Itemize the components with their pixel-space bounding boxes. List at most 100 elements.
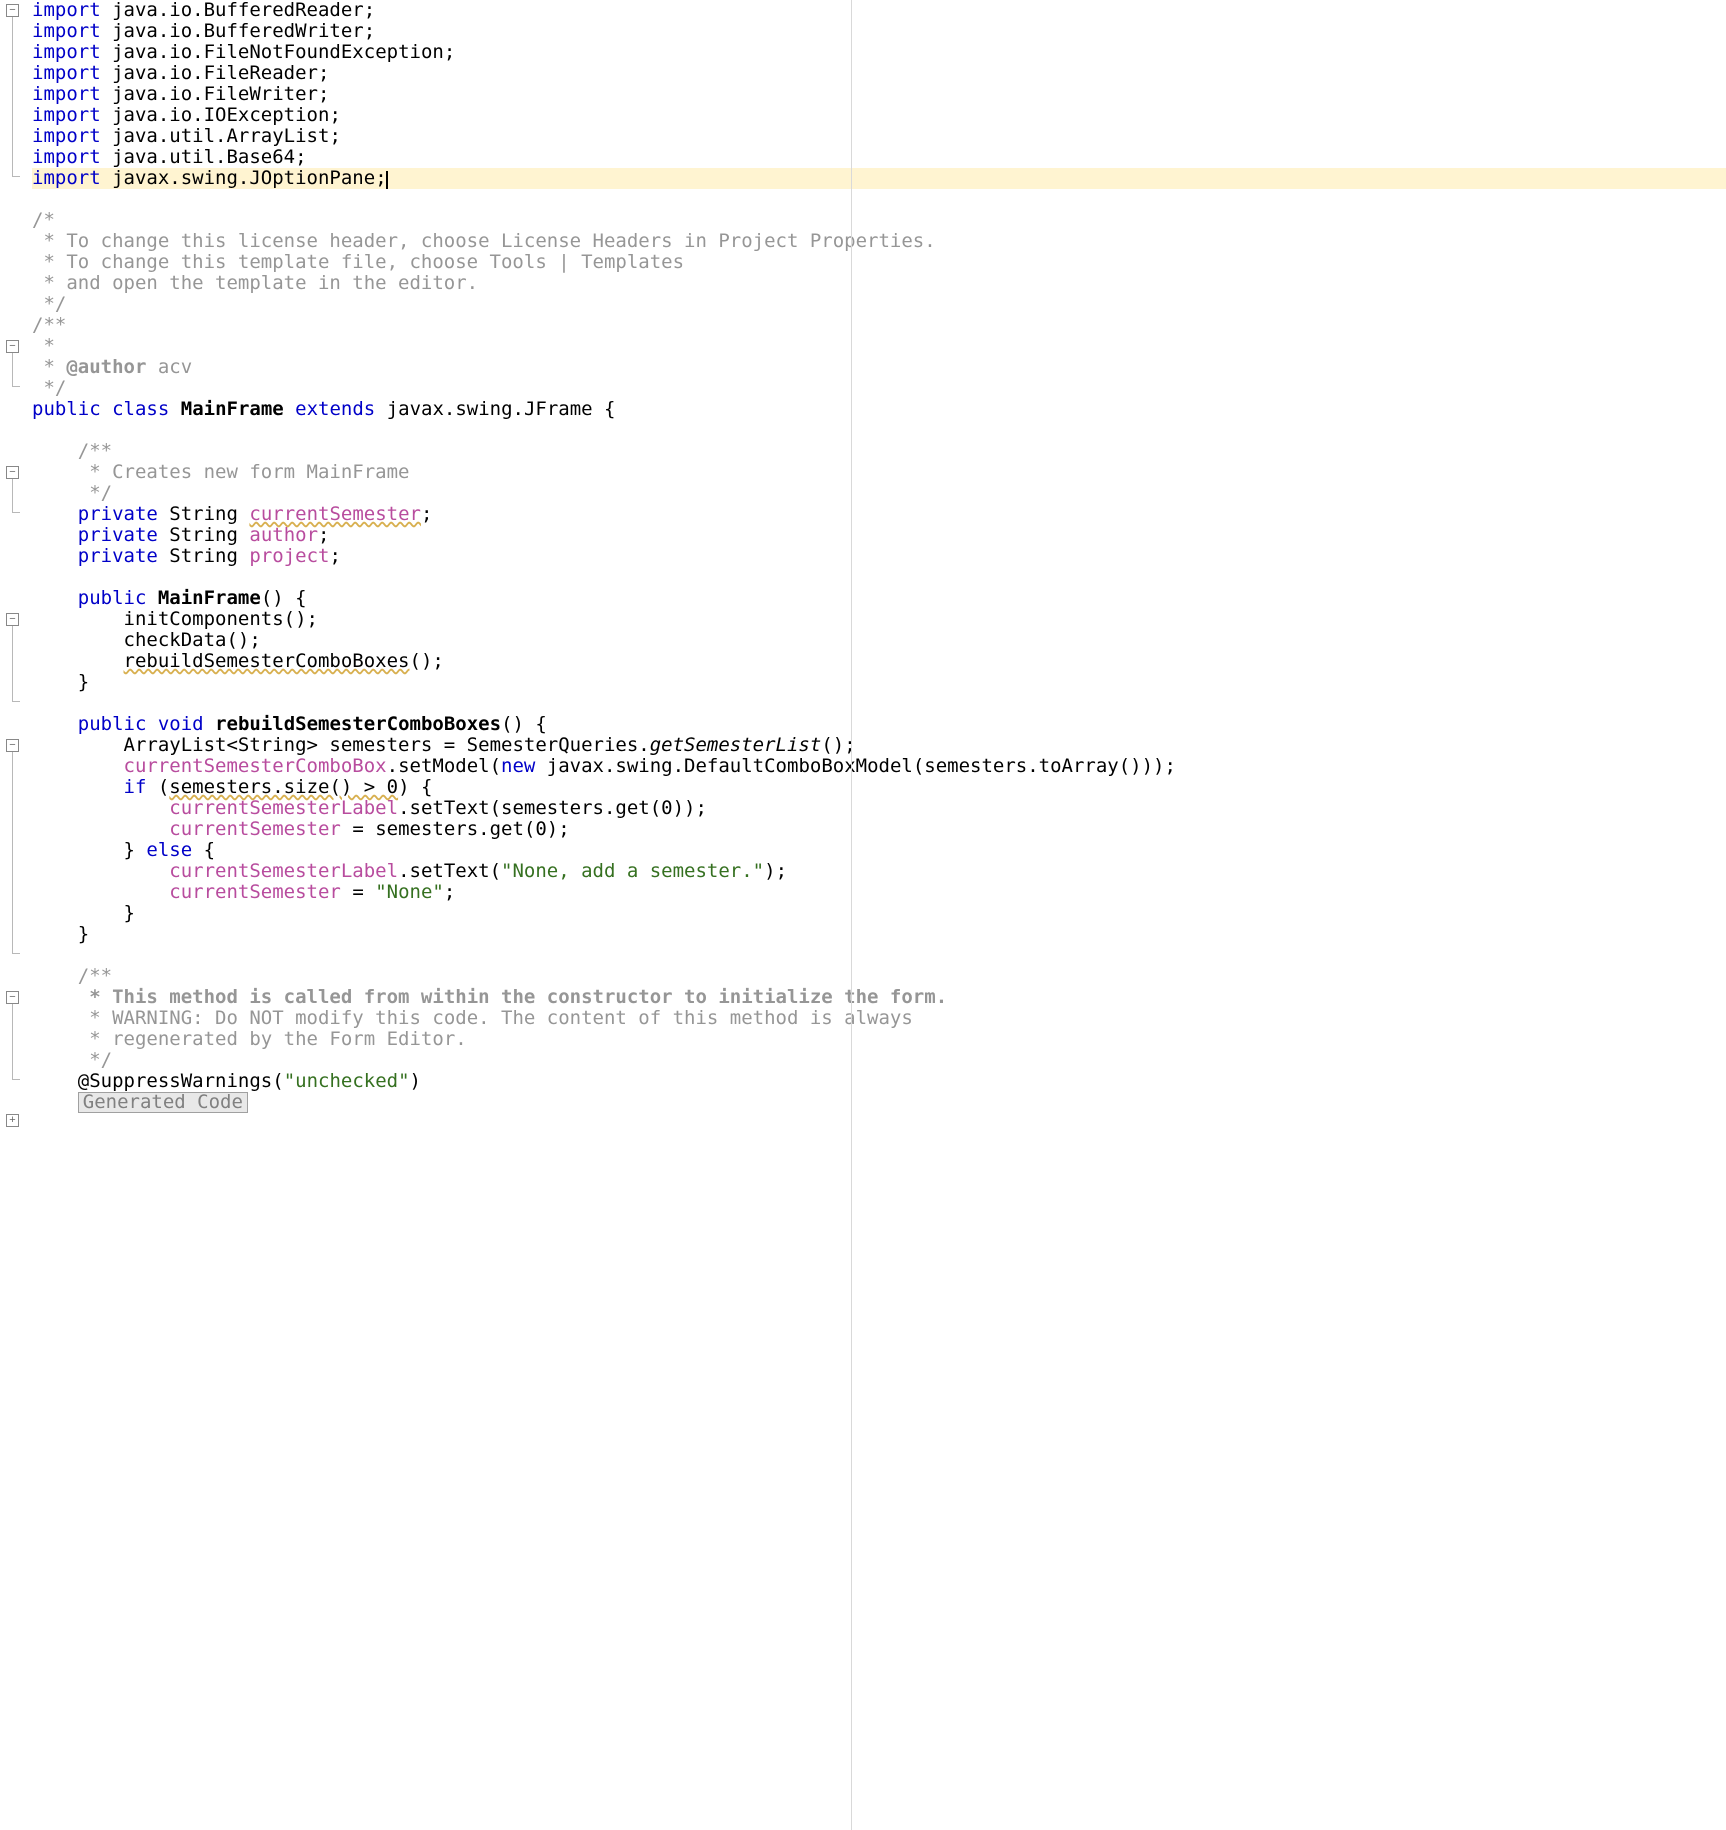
javadoc-line[interactable]: * This method is called from within the … xyxy=(32,987,1726,1008)
comment-line[interactable]: * and open the template in the editor. xyxy=(32,273,1726,294)
code-line[interactable]: @SuppressWarnings("unchecked") xyxy=(32,1071,1726,1092)
fold-line xyxy=(12,752,13,953)
code-line-current[interactable]: import javax.swing.JOptionPane; xyxy=(32,168,1726,189)
brace: } xyxy=(124,902,135,924)
code-line[interactable]: import java.util.ArrayList; xyxy=(32,126,1726,147)
code-line[interactable]: initComponents(); xyxy=(32,609,1726,630)
javadoc-line[interactable]: * WARNING: Do NOT modify this code. The … xyxy=(32,1008,1726,1029)
blank-line[interactable] xyxy=(32,189,1726,210)
comment-line[interactable]: * To change this license header, choose … xyxy=(32,231,1726,252)
code-line[interactable]: import java.io.FileReader; xyxy=(32,63,1726,84)
code-line[interactable]: currentSemesterLabel.setText("None, add … xyxy=(32,861,1726,882)
code-line[interactable]: import java.io.IOException; xyxy=(32,105,1726,126)
code-line[interactable]: if (semesters.size() > 0) { xyxy=(32,777,1726,798)
code-line[interactable]: import java.io.FileWriter; xyxy=(32,84,1726,105)
code-line[interactable]: Generated Code xyxy=(32,1092,1726,1113)
keyword: extends xyxy=(295,398,375,420)
javadoc-close: */ xyxy=(78,482,112,504)
fold-toggle-icon[interactable]: − xyxy=(6,4,19,17)
code-line[interactable]: public MainFrame() { xyxy=(32,588,1726,609)
javadoc-line[interactable]: * @author acv xyxy=(32,357,1726,378)
import-target: java.util.ArrayList xyxy=(112,125,329,147)
brace: { xyxy=(535,713,546,735)
code-line[interactable]: currentSemesterComboBox.setModel(new jav… xyxy=(32,756,1726,777)
code-line[interactable]: private String currentSemester; xyxy=(32,504,1726,525)
javadoc-line[interactable]: /** xyxy=(32,441,1726,462)
javadoc-line[interactable]: * xyxy=(32,336,1726,357)
code-line[interactable]: import java.io.BufferedReader; xyxy=(32,0,1726,21)
code-line[interactable]: } xyxy=(32,924,1726,945)
javadoc-line[interactable]: * regenerated by the Form Editor. xyxy=(32,1029,1726,1050)
comment-line[interactable]: * To change this template file, choose T… xyxy=(32,252,1726,273)
code-editor[interactable]: − − − − − − + import java.io.BufferedRea… xyxy=(0,0,1726,1830)
code-line[interactable]: } xyxy=(32,672,1726,693)
javadoc-prefix: * xyxy=(32,356,66,378)
stmt: ; xyxy=(444,881,455,903)
keyword: public xyxy=(78,713,147,735)
import-target: java.io.FileWriter xyxy=(112,83,318,105)
fold-toggle-icon[interactable]: − xyxy=(6,466,19,479)
code-line[interactable]: private String project; xyxy=(32,546,1726,567)
keyword: public xyxy=(78,587,147,609)
keyword: void xyxy=(158,713,204,735)
keyword: import xyxy=(32,125,101,147)
code-line[interactable]: import java.util.Base64; xyxy=(32,147,1726,168)
keyword: class xyxy=(112,398,169,420)
code-line[interactable]: private String author; xyxy=(32,525,1726,546)
fold-toggle-icon[interactable]: − xyxy=(6,613,19,626)
stmt: checkData(); xyxy=(124,629,261,651)
javadoc-text: * This method is called from within the … xyxy=(78,986,947,1008)
javadoc-tag: @author xyxy=(66,356,146,378)
sig: () xyxy=(501,713,524,735)
javadoc-line[interactable]: */ xyxy=(32,483,1726,504)
fold-toggle-icon[interactable]: − xyxy=(6,340,19,353)
fold-toggle-expand-icon[interactable]: + xyxy=(6,1114,19,1127)
javadoc-line[interactable]: /** xyxy=(32,315,1726,336)
static-call: getSemesterList xyxy=(650,734,822,756)
code-line[interactable]: import java.io.FileNotFoundException; xyxy=(32,42,1726,63)
import-target: java.io.BufferedReader xyxy=(112,0,364,21)
keyword: import xyxy=(32,62,101,84)
blank-line[interactable] xyxy=(32,693,1726,714)
field-ref: currentSemester xyxy=(169,881,341,903)
fold-toggle-icon[interactable]: − xyxy=(6,991,19,1004)
code-line[interactable]: checkData(); xyxy=(32,630,1726,651)
keyword: public xyxy=(32,398,101,420)
code-line[interactable]: rebuildSemesterComboBoxes(); xyxy=(32,651,1726,672)
folded-generated-code[interactable]: Generated Code xyxy=(78,1092,248,1113)
code-line[interactable]: } xyxy=(32,903,1726,924)
code-line[interactable]: currentSemester = "None"; xyxy=(32,882,1726,903)
class-name: MainFrame xyxy=(181,398,284,420)
code-line[interactable]: import java.io.BufferedWriter; xyxy=(32,21,1726,42)
import-target: java.io.BufferedWriter xyxy=(112,20,364,42)
code-area[interactable]: import java.io.BufferedReader; import ja… xyxy=(25,0,1726,1830)
javadoc-line[interactable]: */ xyxy=(32,1050,1726,1071)
fold-line xyxy=(12,17,13,176)
keyword: import xyxy=(32,167,101,189)
javadoc-text: acv xyxy=(146,356,192,378)
blank-line[interactable] xyxy=(32,567,1726,588)
fold-line xyxy=(12,353,13,386)
print-margin xyxy=(851,0,852,1830)
javadoc-line[interactable]: /** xyxy=(32,966,1726,987)
code-line[interactable]: ArrayList<String> semesters = SemesterQu… xyxy=(32,735,1726,756)
stmt: .setText( xyxy=(398,860,501,882)
code-line[interactable]: currentSemesterLabel.setText(semesters.g… xyxy=(32,798,1726,819)
keyword: private xyxy=(78,503,158,525)
javadoc-line[interactable]: */ xyxy=(32,378,1726,399)
keyword: private xyxy=(78,545,158,567)
stmt: ); xyxy=(764,860,787,882)
fold-toggle-icon[interactable]: − xyxy=(6,739,19,752)
javadoc-line[interactable]: * Creates new form MainFrame xyxy=(32,462,1726,483)
javadoc-open: /** xyxy=(78,965,112,987)
fold-end xyxy=(12,953,20,954)
blank-line[interactable] xyxy=(32,945,1726,966)
code-line[interactable]: public class MainFrame extends javax.swi… xyxy=(32,399,1726,420)
code-line[interactable]: } else { xyxy=(32,840,1726,861)
code-line[interactable]: currentSemester = semesters.get(0); xyxy=(32,819,1726,840)
string-literal: "None" xyxy=(375,881,444,903)
code-line[interactable]: public void rebuildSemesterComboBoxes() … xyxy=(32,714,1726,735)
comment-line[interactable]: /* xyxy=(32,210,1726,231)
blank-line[interactable] xyxy=(32,420,1726,441)
comment-line[interactable]: */ xyxy=(32,294,1726,315)
